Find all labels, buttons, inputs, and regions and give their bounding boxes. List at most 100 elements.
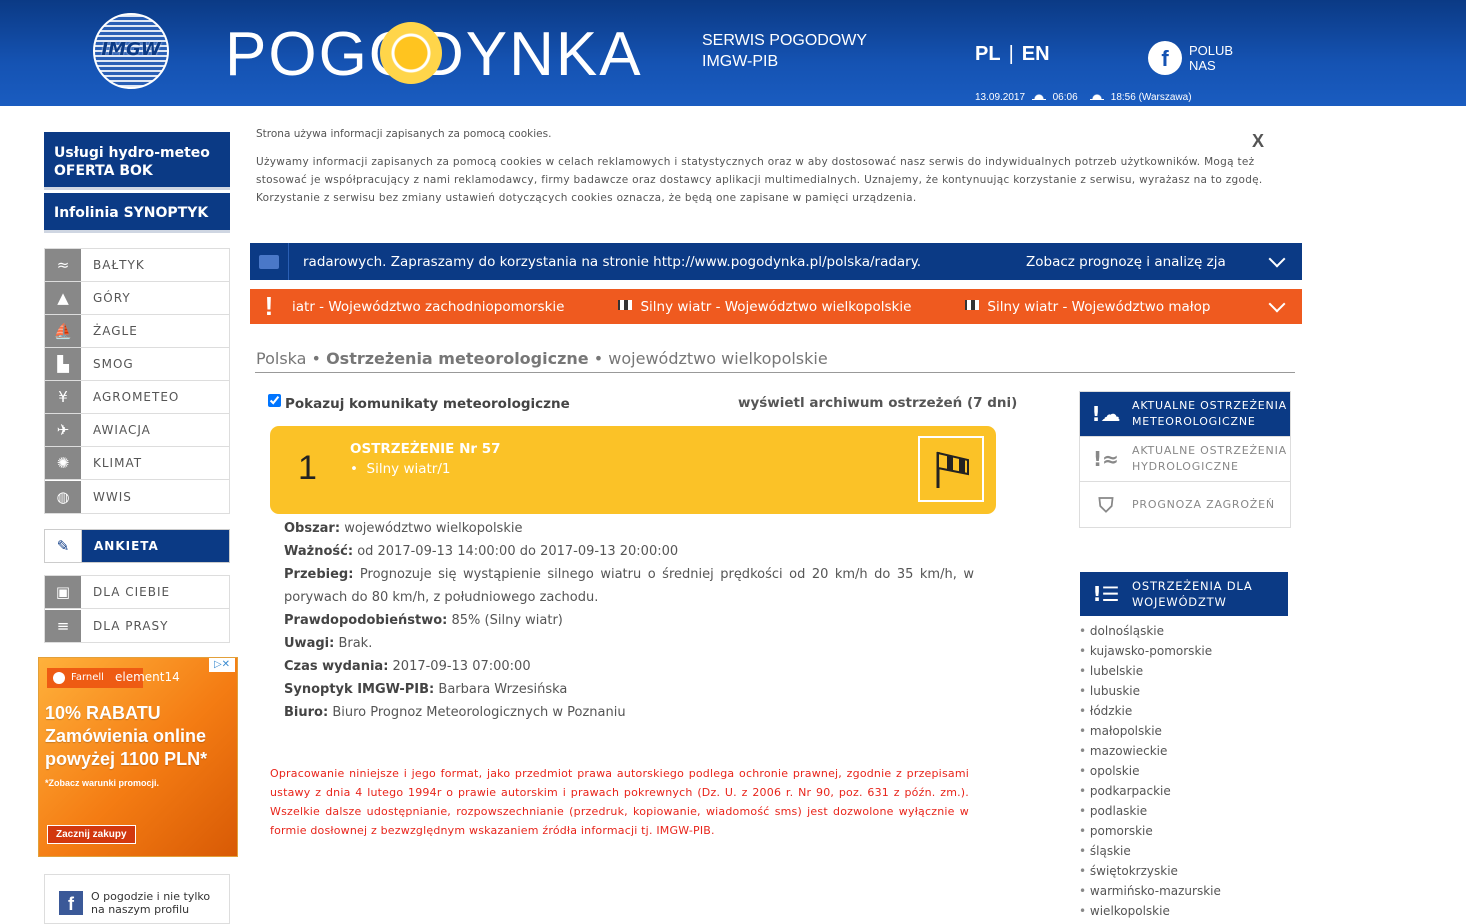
infolinia-synoptyk-button[interactable]: Infolinia SYNOPTYK [44,193,230,233]
show-messages-label: Pokazuj komunikaty meteorologiczne [285,396,570,412]
ad-line3: powyżej 1100 PLN* [45,749,208,769]
warning-list-icon: !☰ [1092,582,1120,606]
advertisement-banner[interactable]: Farnell element14 ▷✕ 10% RABATU Zamówien… [38,657,238,857]
tagline-line1: SERWIS POGODOWY [702,32,868,49]
ad-line1: 10% RABATU [45,703,161,723]
voivodeship-link[interactable]: dolnośląskie [1079,621,1221,641]
lang-en-link[interactable]: EN [1022,43,1050,65]
voivodeship-link[interactable]: świętokrzyskie [1079,861,1221,881]
sun-icon: ✺ [45,447,81,479]
chevron-down-icon[interactable] [1266,296,1288,318]
sunrise-time: 06:06 [1052,92,1078,103]
voivodeship-link[interactable]: pomorskie [1079,821,1221,841]
voivodeship-link[interactable]: wielkopolskie [1079,901,1221,921]
warning-ticker-bar[interactable]: ! iatr - Województwo zachodniopomorskie S… [250,289,1302,324]
sidebar-item-label: SMOG [93,357,134,371]
cookie-close-button[interactable]: X [1252,131,1264,152]
sidebar-item-label: KLIMAT [93,456,143,470]
breadcrumb-separator: • [311,349,321,368]
sidebar-item-baltyk[interactable]: ≈ BAŁTYK [45,249,229,282]
sidebar-item-klimat[interactable]: ✺ KLIMAT [45,447,229,480]
facebook-profile-box[interactable]: f O pogodzie i nie tylko na naszym profi… [44,874,230,924]
ad-brand: element14 [115,670,180,684]
lang-separator: | [1008,43,1014,65]
detail-office: Biuro: Biuro Prognoz Meteorologicznych w… [284,705,626,720]
sidebar-item-smog[interactable]: ▙ SMOG [45,348,229,381]
warning-ticker-item[interactable]: Silny wiatr - Województwo małop [987,299,1210,315]
voivodeship-link[interactable]: lubuskie [1079,681,1221,701]
tab-label: AKTUALNE OSTRZEŻENIA HYDROLOGICZNE [1132,444,1287,473]
breadcrumb-section[interactable]: Ostrzeżenia meteorologiczne [326,349,589,368]
sidebar-item-label: ANKIETA [94,539,159,553]
oferta-bok-button[interactable]: Usługi hydro-meteo OFERTA BOK [44,132,230,190]
sidebar-item-agrometeo[interactable]: ¥ AGROMETEO [45,381,229,414]
press-icon: ≡ [45,609,81,642]
sidebar-item-dla-ciebie[interactable]: ▣ DLA CIEBIE [45,576,229,609]
archive-link[interactable]: wyświetl archiwum ostrzeżeń (7 dni) [738,395,1017,411]
lang-pl-link[interactable]: PL [975,43,1001,65]
warning-type-tabs: !☁ AKTUALNE OSTRZEŻENIA METEOROLOGICZNE !… [1079,391,1291,528]
airplane-icon: ✈ [45,414,81,446]
voivodeship-link[interactable]: warmińsko-mazurskie [1079,881,1221,901]
site-tagline: SERWIS POGODOWY IMGW-PIB [702,30,867,72]
voivodeship-list: dolnośląskie kujawsko-pomorskie lubelski… [1079,621,1221,921]
sunset-time: 18:56 (Warszawa) [1110,92,1192,103]
voivodeship-link[interactable]: kujawsko-pomorskie [1079,641,1221,661]
voiv-header-label: OSTRZEŻENIA DLA WOJEWÓDZTW [1132,579,1253,609]
sidebar-item-label: DLA CIEBIE [93,585,171,599]
sidebar-item-gory[interactable]: ▲ GÓRY [45,282,229,315]
tab-meteo-warnings[interactable]: !☁ AKTUALNE OSTRZEŻENIA METEOROLOGICZNE [1080,392,1290,437]
info-ticker-bar[interactable]: radarowych. Zapraszamy do korzystania na… [250,243,1302,280]
chevron-down-icon[interactable] [1266,251,1288,273]
voivodeship-link[interactable]: podlaskie [1079,801,1221,821]
warning-item: • Silny wiatr/1 [350,461,451,477]
show-messages-toggle[interactable]: Pokazuj komunikaty meteorologiczne [268,394,570,412]
voivodeship-warnings-header: !☰ OSTRZEŻENIA DLA WOJEWÓDZTW [1080,572,1288,616]
sidebar-item-zagle[interactable]: ⛵ ŻAGLE [45,315,229,348]
sidebar-menu: ≈ BAŁTYK ▲ GÓRY ⛵ ŻAGLE ▙ SMOG ¥ AGROMETEO ✈ A… [44,248,230,514]
sidebar-item-label: WWIS [93,489,132,504]
sidebar-item-dla-prasy[interactable]: ≡ DLA PRASY [45,609,229,642]
show-messages-checkbox[interactable] [268,394,281,407]
ad-line2: Zamówienia online [45,726,207,746]
survey-icon: ✎ [45,530,82,562]
warning-ticker-item[interactable]: Silny wiatr - Województwo wielkopolskie [640,299,911,315]
oferta-line1: Usługi hydro-meteo [54,145,210,161]
ad-headline: 10% RABATU Zamówienia online powyżej 110… [45,702,235,771]
ad-cta-button[interactable]: Zacznij zakupy [47,825,136,844]
breadcrumb-root[interactable]: Polska [256,349,306,368]
breadcrumb: Polska • Ostrzeżenia meteorologiczne • w… [256,349,828,368]
tab-hydro-warnings[interactable]: !≈ AKTUALNE OSTRZEŻENIA HYDROLOGICZNE [1080,437,1290,482]
current-date: 13.09.2017 [975,92,1026,103]
sidebar-item-awiacja[interactable]: ✈ AWIACJA [45,414,229,447]
breadcrumb-separator: • [593,349,604,368]
detail-remarks: Uwagi: Brak. [284,636,373,651]
voivodeship-link[interactable]: podkarpackie [1079,781,1221,801]
voivodeship-link[interactable]: mazowieckie [1079,741,1221,761]
voivodeship-link[interactable]: śląskie [1079,841,1221,861]
facebook-icon[interactable]: f [1148,41,1182,75]
oferta-line2: OFERTA BOK [54,163,153,179]
imgw-logo[interactable]: IMGW [93,13,169,89]
warning-ticker-text: iatr - Województwo zachodniopomorskie Sil… [288,299,1266,315]
voivodeship-link[interactable]: małopolskie [1079,721,1221,741]
forecast-analysis-link[interactable]: Zobacz prognozę i analizę zja [1016,254,1266,270]
voivodeship-link[interactable]: opolskie [1079,761,1221,781]
factory-icon: ▙ [45,348,81,380]
tab-threat-forecast[interactable]: ⛉ PROGNOZA ZAGROŻEŃ [1080,482,1290,527]
detail-area: Obszar: województwo wielkopolskie [284,521,523,536]
sidebar-item-wwis[interactable]: ◍ WWIS [45,480,229,513]
sidebar-item-ankieta[interactable]: ✎ ANKIETA [44,529,230,563]
sidebar-item-label: AWIACJA [93,423,151,437]
voivodeship-link[interactable]: lubelskie [1079,661,1221,681]
warning-ticker-item[interactable]: iatr - Województwo zachodniopomorskie [292,299,564,315]
windsock-icon [918,436,984,502]
ad-close-icon[interactable]: ▷✕ [209,658,235,672]
detail-probability: Prawdopodobieństwo: 85% (Silny wiatr) [284,613,563,628]
breadcrumb-current: województwo wielkopolskie [608,349,828,368]
tab-label: AKTUALNE OSTRZEŻENIA METEOROLOGICZNE [1132,399,1287,428]
voivodeship-link[interactable]: łódzkie [1079,701,1221,721]
detail-issue-time: Czas wydania: 2017-09-13 07:00:00 [284,659,531,674]
facebook-like-link[interactable]: POLUB NAS [1189,43,1233,73]
fb-box-line1: O pogodzie i nie tylko [91,890,211,903]
